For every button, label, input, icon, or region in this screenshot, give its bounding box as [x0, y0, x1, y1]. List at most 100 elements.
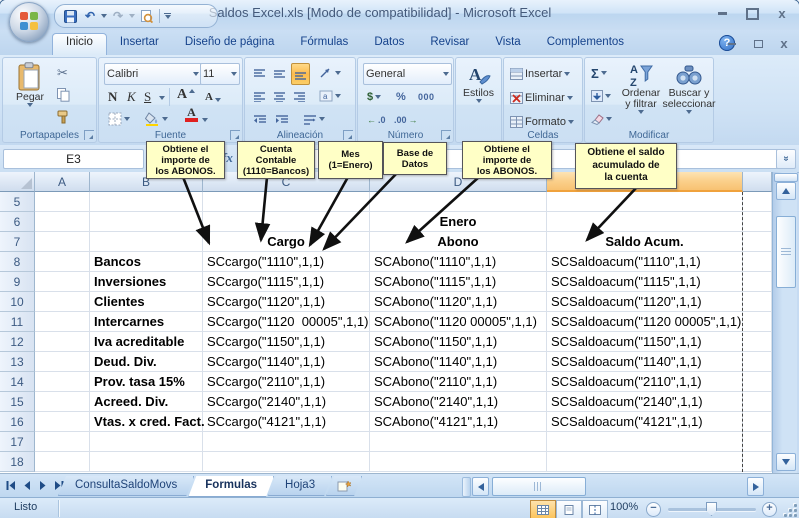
- prev-sheet-button[interactable]: [20, 477, 34, 494]
- cell-F15[interactable]: [743, 392, 772, 412]
- cell-F6[interactable]: [743, 212, 772, 232]
- row-header-12[interactable]: 12: [0, 332, 35, 352]
- ribbon-tab-complementos[interactable]: Complementos: [534, 33, 637, 55]
- cell-E9[interactable]: SCSaldoacum("1115",1,1): [547, 272, 743, 292]
- underline-dropdown-icon[interactable]: [159, 96, 165, 100]
- vertical-scroll-thumb[interactable]: [776, 216, 796, 288]
- find-select-button[interactable]: Buscar y seleccionar: [667, 62, 711, 114]
- cell-A11[interactable]: [35, 312, 90, 332]
- fuente-dialog-launcher[interactable]: [230, 130, 240, 140]
- cell-F8[interactable]: [743, 252, 772, 272]
- cell-E8[interactable]: SCSaldoacum("1110",1,1): [547, 252, 743, 272]
- fill-button[interactable]: [589, 86, 613, 106]
- cell-D13[interactable]: SCAbono("1140",1,1): [370, 352, 547, 372]
- row-header-15[interactable]: 15: [0, 392, 35, 412]
- cell-F11[interactable]: [743, 312, 772, 332]
- cell-C6[interactable]: [203, 212, 370, 232]
- row-header-7[interactable]: 7: [0, 232, 35, 252]
- align-bottom-button[interactable]: [291, 63, 310, 85]
- cell-A5[interactable]: [35, 192, 90, 212]
- cell-E10[interactable]: SCSaldoacum("1120",1,1): [547, 292, 743, 312]
- scroll-left-button[interactable]: [472, 477, 489, 496]
- qat-customize-button[interactable]: [164, 13, 171, 20]
- zoom-out-button[interactable]: −: [646, 502, 661, 517]
- cut-button[interactable]: ✂: [55, 63, 83, 83]
- decrease-decimal-button[interactable]: .00→: [392, 110, 420, 130]
- cell-B16[interactable]: Vtas. x cred. Fact.: [90, 412, 203, 432]
- row-header-13[interactable]: 13: [0, 352, 35, 372]
- ribbon-tab-datos[interactable]: Datos: [361, 33, 417, 55]
- cell-F9[interactable]: [743, 272, 772, 292]
- clear-button[interactable]: [589, 109, 614, 129]
- cell-B6[interactable]: [90, 212, 203, 232]
- insert-worksheet-tab[interactable]: [326, 476, 362, 496]
- cell-F13[interactable]: [743, 352, 772, 372]
- ribbon-tab-revisar[interactable]: Revisar: [417, 33, 482, 55]
- row-header-8[interactable]: 8: [0, 252, 35, 272]
- cell-E5[interactable]: [547, 192, 743, 212]
- cell-B12[interactable]: Iva acreditable: [90, 332, 203, 352]
- page-break-view-button[interactable]: [582, 500, 608, 518]
- ribbon-tab-inicio[interactable]: Inicio: [52, 33, 107, 55]
- portapapeles-dialog-launcher[interactable]: [84, 130, 94, 140]
- name-box[interactable]: E3: [3, 149, 144, 169]
- cell-A18[interactable]: [35, 452, 90, 472]
- cell-B14[interactable]: Prov. tasa 15%: [90, 372, 203, 392]
- first-sheet-button[interactable]: [4, 477, 18, 494]
- cell-E12[interactable]: SCSaldoacum("1150",1,1): [547, 332, 743, 352]
- vertical-scrollbar[interactable]: [772, 172, 797, 473]
- cell-C16[interactable]: SCcargo("4121",1,1): [203, 412, 370, 432]
- cell-C7[interactable]: Cargo: [203, 232, 370, 252]
- wrap-text-button[interactable]: [301, 109, 327, 129]
- row-header-14[interactable]: 14: [0, 372, 35, 392]
- cell-D15[interactable]: SCAbono("2140",1,1): [370, 392, 547, 412]
- print-preview-button[interactable]: [137, 7, 155, 25]
- scroll-right-button[interactable]: [747, 477, 764, 496]
- row-header-5[interactable]: 5: [0, 192, 35, 212]
- undo-dropdown-icon[interactable]: [101, 14, 107, 18]
- cell-E6[interactable]: [547, 212, 743, 232]
- align-center-button[interactable]: [271, 86, 288, 106]
- cell-D11[interactable]: SCAbono("1120 00005",1,1): [370, 312, 547, 332]
- row-header-9[interactable]: 9: [0, 272, 35, 292]
- number-format-select[interactable]: General: [363, 63, 452, 85]
- zoom-slider-handle[interactable]: [706, 502, 717, 516]
- cell-D12[interactable]: SCAbono("1150",1,1): [370, 332, 547, 352]
- column-header-a[interactable]: A: [35, 172, 90, 192]
- cell-A6[interactable]: [35, 212, 90, 232]
- cell-E13[interactable]: SCSaldoacum("1140",1,1): [547, 352, 743, 372]
- scroll-down-button[interactable]: [776, 453, 796, 471]
- horizontal-scroll-thumb[interactable]: [492, 477, 586, 496]
- sort-filter-button[interactable]: A Z Ordenar y filtrar: [617, 62, 665, 114]
- sheet-tab-consultasaldomovs[interactable]: ConsultaSaldoMovs: [58, 476, 194, 496]
- align-top-button[interactable]: [251, 63, 268, 83]
- next-sheet-button[interactable]: [36, 477, 50, 494]
- font-name-select[interactable]: Calibri: [104, 63, 202, 85]
- workbook-close-button[interactable]: x: [775, 37, 793, 50]
- cell-B11[interactable]: Intercarnes: [90, 312, 203, 332]
- row-header-6[interactable]: 6: [0, 212, 35, 232]
- cell-F17[interactable]: [743, 432, 772, 452]
- cell-F5[interactable]: [743, 192, 772, 212]
- undo-button[interactable]: ↶: [81, 7, 99, 25]
- cell-D10[interactable]: SCAbono("1120",1,1): [370, 292, 547, 312]
- column-header-partial[interactable]: [743, 172, 772, 192]
- cell-C12[interactable]: SCcargo("1150",1,1): [203, 332, 370, 352]
- cell-F7[interactable]: [743, 232, 772, 252]
- cell-C11[interactable]: SCcargo("1120 00005",1,1): [203, 312, 370, 332]
- find-select-dropdown-icon[interactable]: [686, 110, 692, 114]
- increase-indent-button[interactable]: [273, 109, 291, 129]
- cell-C8[interactable]: SCcargo("1110",1,1): [203, 252, 370, 272]
- cell-D9[interactable]: SCAbono("1115",1,1): [370, 272, 547, 292]
- cell-A7[interactable]: [35, 232, 90, 252]
- zoom-in-button[interactable]: +: [762, 502, 777, 517]
- maximize-button[interactable]: [743, 7, 761, 20]
- cell-B5[interactable]: [90, 192, 203, 212]
- cell-B13[interactable]: Deud. Div.: [90, 352, 203, 372]
- cell-B9[interactable]: Inversiones: [90, 272, 203, 292]
- cell-A14[interactable]: [35, 372, 90, 392]
- decrease-indent-button[interactable]: [251, 109, 269, 129]
- cell-D18[interactable]: [370, 452, 547, 472]
- orientation-button[interactable]: [317, 63, 343, 83]
- numero-dialog-launcher[interactable]: [441, 130, 451, 140]
